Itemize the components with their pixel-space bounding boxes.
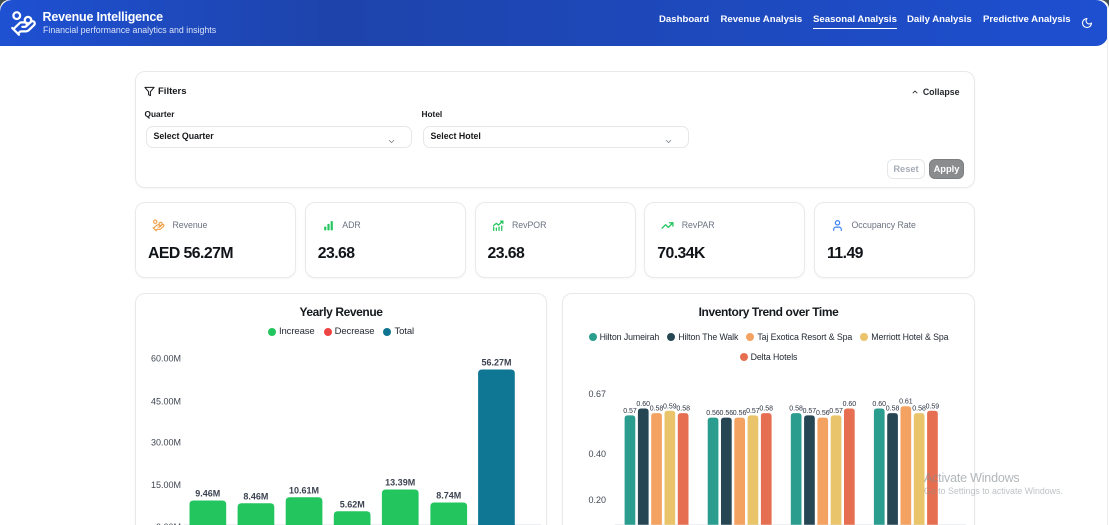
svg-text:0.67: 0.67 <box>588 389 606 399</box>
svg-text:0.60: 0.60 <box>843 401 857 408</box>
svg-text:0.20: 0.20 <box>588 495 606 505</box>
svg-text:0.57: 0.57 <box>623 408 637 415</box>
svg-text:0.57: 0.57 <box>829 408 843 415</box>
svg-text:0.59: 0.59 <box>663 403 677 410</box>
svg-text:0.58: 0.58 <box>759 406 773 413</box>
svg-text:0.56: 0.56 <box>733 410 747 417</box>
svg-text:45.00M: 45.00M <box>151 397 181 407</box>
svg-text:0.58: 0.58 <box>912 406 926 413</box>
svg-text:0.60: 0.60 <box>872 401 886 408</box>
svg-text:8.46M: 8.46M <box>243 491 268 501</box>
svg-text:56.27M: 56.27M <box>481 357 511 367</box>
svg-text:0.58: 0.58 <box>650 406 664 413</box>
svg-text:0.56: 0.56 <box>719 410 733 417</box>
svg-text:0.58: 0.58 <box>886 406 900 413</box>
svg-text:0.58: 0.58 <box>676 406 690 413</box>
svg-text:0.56: 0.56 <box>816 410 830 417</box>
svg-text:15.00M: 15.00M <box>151 480 181 490</box>
svg-text:0.61: 0.61 <box>899 399 913 406</box>
svg-text:30.00M: 30.00M <box>151 438 181 448</box>
svg-text:0.40: 0.40 <box>588 449 606 459</box>
svg-text:0.59: 0.59 <box>926 403 940 410</box>
svg-text:13.39M: 13.39M <box>385 478 415 488</box>
svg-text:10.61M: 10.61M <box>289 485 319 495</box>
svg-text:0.58: 0.58 <box>789 406 803 413</box>
svg-text:0.57: 0.57 <box>746 408 760 415</box>
svg-text:5.62M: 5.62M <box>340 499 365 509</box>
svg-text:60.00M: 60.00M <box>151 354 181 364</box>
svg-text:0.56: 0.56 <box>706 410 720 417</box>
svg-text:9.46M: 9.46M <box>195 489 220 499</box>
svg-text:0.57: 0.57 <box>803 408 817 415</box>
svg-text:0.60: 0.60 <box>636 401 650 408</box>
svg-text:8.74M: 8.74M <box>436 491 461 501</box>
